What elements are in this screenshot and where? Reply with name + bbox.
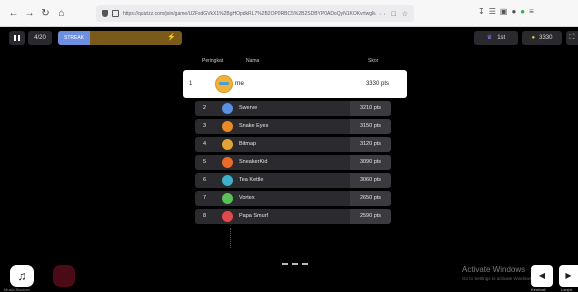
streak-label: STREAK xyxy=(64,35,85,41)
leaderboard-row: 4 Bitmap 3120 pts xyxy=(195,137,391,152)
forward-icon[interactable]: → xyxy=(23,7,36,20)
avatar xyxy=(222,103,233,114)
next-button[interactable]: ▶ xyxy=(559,265,578,287)
avatar xyxy=(222,211,233,222)
score-header: Skor xyxy=(368,58,379,64)
row-score: 3210 pts xyxy=(350,101,391,116)
green-extension-icon[interactable]: ● xyxy=(520,7,529,16)
activate-windows-subtitle: Go to Settings to activate Windows. xyxy=(462,276,534,281)
trophy-icon: ♛ xyxy=(486,35,493,41)
streak-bar: STREAK ⚡ xyxy=(58,31,182,45)
row-rank: 4 xyxy=(203,141,207,147)
row-score: 3060 pts xyxy=(350,173,391,188)
avatar xyxy=(222,121,233,132)
address-bar[interactable]: https://quizizz.com/join/game/U2FsdGVkX1… xyxy=(96,5,414,22)
name-header: Nama xyxy=(246,58,260,64)
row-rank: 6 xyxy=(203,177,207,183)
library-icon[interactable]: ☰ xyxy=(489,7,500,16)
browser-toolbar: ← → ↻ ⌂ https://quizizz.com/join/game/U2… xyxy=(0,0,578,27)
page-actions-icon[interactable]: ··· □ ☆ xyxy=(375,10,410,18)
rank-badge: ♛ 1st xyxy=(474,31,518,45)
reload-icon[interactable]: ↻ xyxy=(39,7,52,20)
leaderboard-row: 2 Swerve 3210 pts xyxy=(195,101,391,116)
home-icon[interactable]: ⌂ xyxy=(55,7,68,20)
avatar xyxy=(222,157,233,168)
prev-label: Kembali xyxy=(531,287,546,292)
avatar xyxy=(222,193,233,204)
row-rank: 2 xyxy=(203,105,207,111)
avatar xyxy=(222,139,233,150)
row-name: Snake Eyes xyxy=(239,123,269,129)
row-rank: 3 xyxy=(203,123,207,129)
rank-text: 1st xyxy=(497,35,506,41)
avatar xyxy=(222,175,233,186)
prev-button[interactable]: ◀ xyxy=(531,265,553,287)
score-text: 3330 xyxy=(539,35,553,41)
me-score: 3330 pts xyxy=(365,81,389,87)
divider-line xyxy=(230,228,231,248)
row-score: 2590 pts xyxy=(350,209,391,224)
row-name: Tea Kettle xyxy=(239,177,264,183)
extension-icon[interactable]: ● xyxy=(511,7,520,16)
me-name: me xyxy=(235,80,245,87)
leaderboard-row: 8 Papa Smurf 2590 pts xyxy=(195,209,391,224)
leaderboard-row: 5 SneakerKid 3090 pts xyxy=(195,155,391,170)
url-text: https://quizizz.com/join/game/U2FsdGVkX1… xyxy=(123,10,375,17)
lock-icon xyxy=(112,10,119,17)
row-rank: 8 xyxy=(203,213,207,219)
sidebar-icon[interactable]: ▣ xyxy=(500,7,512,16)
activate-windows-title: Activate Windows xyxy=(462,265,526,274)
pause-button[interactable] xyxy=(9,31,25,45)
leaderboard-row: 7 Vortex 2650 pts xyxy=(195,191,391,206)
row-score: 3120 pts xyxy=(350,137,391,152)
loading-dashes xyxy=(282,263,308,267)
shield-icon xyxy=(102,10,108,17)
row-rank: 5 xyxy=(203,159,207,165)
power-up-button[interactable] xyxy=(53,265,75,287)
row-score: 3150 pts xyxy=(350,119,391,134)
leaderboard-row: 6 Tea Kettle 3060 pts xyxy=(195,173,391,188)
coin-icon: ● xyxy=(531,35,536,41)
row-name: SneakerKid xyxy=(239,159,268,165)
lightning-icon: ⚡ xyxy=(167,34,176,41)
row-name: Bitmap xyxy=(239,141,257,147)
menu-icon[interactable]: ≡ xyxy=(529,7,538,16)
download-icon[interactable]: ↧ xyxy=(478,7,489,16)
leaderboard-row: 3 Snake Eyes 3150 pts xyxy=(195,119,391,134)
rank-header: Peringkat xyxy=(202,58,224,64)
leaderboard-me-row: 1 me 3330 pts xyxy=(183,70,407,98)
music-button[interactable]: ♫ xyxy=(10,265,34,287)
row-rank: 7 xyxy=(203,195,207,201)
row-name: Swerve xyxy=(239,105,258,111)
score-badge: ● 3330 xyxy=(522,31,562,45)
row-score: 2650 pts xyxy=(350,191,391,206)
question-counter: 4/20 xyxy=(28,31,52,45)
back-icon[interactable]: ← xyxy=(7,7,20,20)
row-name: Papa Smurf xyxy=(239,213,269,219)
fullscreen-button[interactable]: ⛶ xyxy=(566,31,578,45)
me-rank: 1 xyxy=(189,81,193,87)
next-label: Lanjut xyxy=(561,287,572,292)
row-name: Vortex xyxy=(239,195,255,201)
row-score: 3090 pts xyxy=(350,155,391,170)
avatar xyxy=(215,75,233,93)
music-label: Musik Bisukan xyxy=(4,287,30,292)
